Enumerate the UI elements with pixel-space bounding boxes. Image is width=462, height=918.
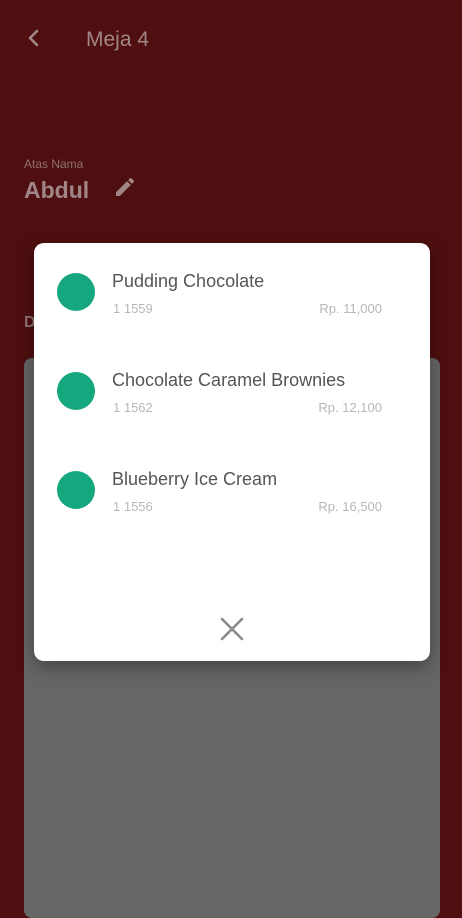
menu-item[interactable]: Chocolate Caramel Brownies 1 1562 Rp. 12… (34, 342, 430, 422)
edit-name-button[interactable] (110, 172, 140, 202)
menu-item-code: 1 1559 (113, 301, 153, 316)
menu-item-name: Chocolate Caramel Brownies (112, 370, 346, 390)
status-dot-icon (57, 372, 95, 410)
customer-name: Abdul (24, 177, 90, 203)
status-dot-icon (57, 273, 95, 311)
menu-item[interactable]: Pudding Chocolate 1 1559 Rp. 11,000 (34, 243, 430, 323)
pencil-icon (116, 177, 135, 196)
page-title: Meja 4 (86, 28, 150, 51)
close-button[interactable] (214, 611, 250, 647)
menu-item-price: Rp. 11,000 (319, 301, 382, 316)
customer-name-caption: Atas Nama (24, 157, 84, 171)
menu-item-code: 1 1562 (113, 400, 153, 415)
back-arrow-icon (28, 29, 39, 47)
back-button[interactable] (18, 22, 50, 54)
menu-selection-dialog: Pudding Chocolate 1 1559 Rp. 11,000 Choc… (34, 243, 430, 661)
close-icon (220, 617, 244, 641)
app-bar: Meja 4 (0, 0, 462, 80)
menu-item-name: Pudding Chocolate (112, 271, 265, 291)
menu-item[interactable]: Blueberry Ice Cream 1 1556 Rp. 16,500 (34, 441, 430, 521)
menu-item-price: Rp. 16,500 (318, 499, 382, 514)
menu-item-price: Rp. 12,100 (318, 400, 382, 415)
status-dot-icon (57, 471, 95, 509)
menu-item-name: Blueberry Ice Cream (112, 469, 278, 489)
menu-item-code: 1 1556 (113, 499, 153, 514)
